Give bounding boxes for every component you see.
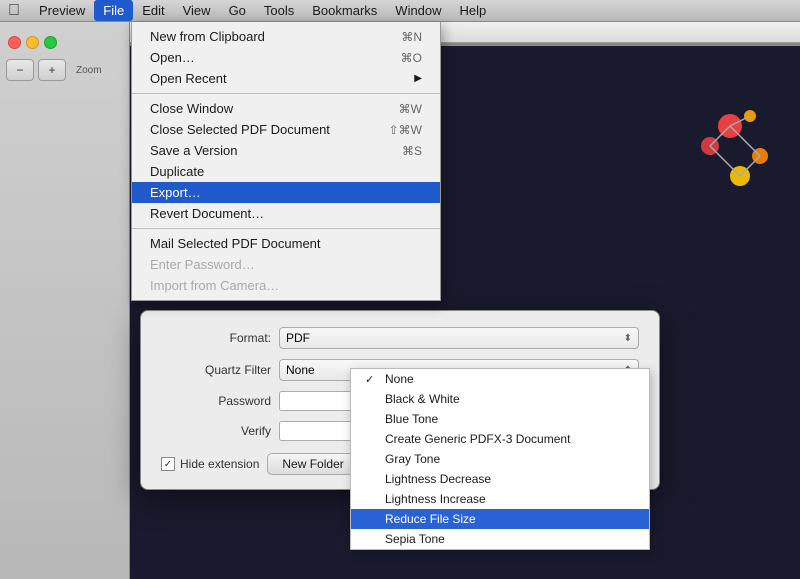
menu-bar:  Preview File Edit View Go Tools Bookma… [0, 0, 800, 22]
menu-view[interactable]: View [174, 0, 220, 21]
menu-separator-2 [132, 228, 440, 229]
menu-item-save-version[interactable]: Save a Version ⌘S [132, 140, 440, 161]
menu-tools[interactable]: Tools [255, 0, 303, 21]
quartz-item-sepia[interactable]: Sepia Tone [351, 529, 649, 549]
menu-window[interactable]: Window [386, 0, 450, 21]
menu-file[interactable]: File [94, 0, 133, 21]
traffic-lights [0, 30, 129, 55]
menu-item-open-recent[interactable]: Open Recent ▶ [132, 68, 440, 89]
quartz-dropdown: ✓ None Black & White Blue Tone Create Ge… [350, 368, 650, 550]
menu-item-duplicate[interactable]: Duplicate [132, 161, 440, 182]
menu-item-new-from-clipboard[interactable]: New from Clipboard ⌘N [132, 26, 440, 47]
quartz-item-blue[interactable]: Blue Tone [351, 409, 649, 429]
format-label: Format: [161, 331, 271, 345]
password-label: Password [161, 394, 271, 408]
zoom-out-button[interactable]: − [6, 59, 34, 81]
quartz-item-reduce[interactable]: Reduce File Size [351, 509, 649, 529]
menu-help[interactable]: Help [451, 0, 496, 21]
menu-item-mail-pdf[interactable]: Mail Selected PDF Document [132, 233, 440, 254]
menu-separator-1 [132, 93, 440, 94]
menu-edit[interactable]: Edit [133, 0, 173, 21]
quartz-value: None [286, 363, 315, 377]
verify-label: Verify [161, 424, 271, 438]
format-select-arrow: ⬍ [624, 333, 632, 344]
quartz-item-pdfx3[interactable]: Create Generic PDFX-3 Document [351, 429, 649, 449]
menu-bookmarks[interactable]: Bookmarks [303, 0, 386, 21]
molecule-decoration [580, 66, 780, 266]
hide-extension-checkbox[interactable]: ✓ [161, 457, 175, 471]
quartz-item-none[interactable]: ✓ None [351, 369, 649, 389]
menu-item-enter-password: Enter Password… [132, 254, 440, 275]
zoom-in-button[interactable]: + [38, 59, 66, 81]
menu-item-revert[interactable]: Revert Document… [132, 203, 440, 224]
format-value: PDF [286, 331, 310, 345]
hide-extension-label: Hide extension [180, 457, 259, 471]
menu-item-open[interactable]: Open… ⌘O [132, 47, 440, 68]
apple-menu-icon[interactable]:  [8, 2, 20, 20]
file-menu-dropdown: New from Clipboard ⌘N Open… ⌘O Open Rece… [131, 22, 441, 301]
menu-item-close-window[interactable]: Close Window ⌘W [132, 98, 440, 119]
close-button[interactable] [8, 36, 21, 49]
format-select[interactable]: PDF ⬍ [279, 327, 639, 349]
format-row: Format: PDF ⬍ [161, 327, 639, 349]
zoom-button[interactable] [44, 36, 57, 49]
menu-item-close-pdf[interactable]: Close Selected PDF Document ⇧⌘W [132, 119, 440, 140]
quartz-label: Quartz Filter [161, 363, 271, 377]
quartz-item-gray[interactable]: Gray Tone [351, 449, 649, 469]
menu-go[interactable]: Go [220, 0, 255, 21]
menu-item-import-camera: Import from Camera… [132, 275, 440, 296]
minimize-button[interactable] [26, 36, 39, 49]
quartz-item-lightness-dec[interactable]: Lightness Decrease [351, 469, 649, 489]
menu-item-export[interactable]: Export… [132, 182, 440, 203]
hide-extension-area: ✓ Hide extension [161, 457, 259, 471]
menu-bar-items: Preview File Edit View Go Tools Bookmark… [30, 0, 495, 21]
zoom-label: Zoom [70, 65, 108, 76]
quartz-item-lightness-inc[interactable]: Lightness Increase [351, 489, 649, 509]
sidebar: − + Zoom [0, 22, 130, 579]
zoom-toolbar: − + Zoom [0, 55, 129, 85]
menu-preview[interactable]: Preview [30, 0, 94, 21]
checkmark-none: ✓ [365, 373, 379, 386]
new-folder-button[interactable]: New Folder [267, 453, 358, 475]
quartz-item-bw[interactable]: Black & White [351, 389, 649, 409]
